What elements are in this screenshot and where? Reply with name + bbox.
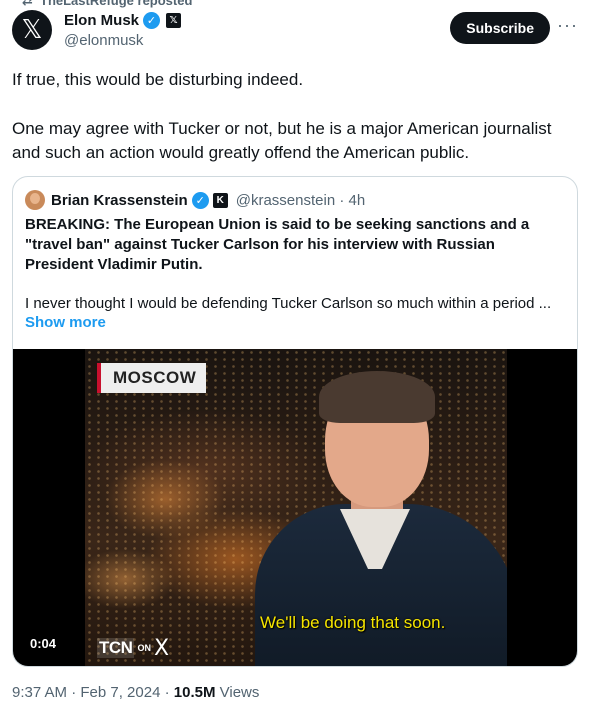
quote-avatar[interactable] [25, 190, 45, 210]
quoted-tweet[interactable]: Brian Krassenstein ✓ K @krassenstein · 4… [12, 176, 578, 667]
tweet-paragraph: One may agree with Tucker or not, but he… [12, 119, 552, 162]
tcn-logo: TCN ON X [97, 635, 170, 661]
tweet-meta: 9:37 AM · Feb 7, 2024 · 10.5M Views [12, 684, 259, 701]
quote-handle-time: @krassenstein · 4h [235, 191, 366, 209]
views-count[interactable]: 10.5M [174, 684, 216, 701]
author-names: Elon Musk ✓ 𝕏 @elonmusk [64, 10, 182, 49]
tweet-text: If true, this would be disturbing indeed… [12, 68, 576, 190]
author-handle[interactable]: @elonmusk [64, 32, 181, 49]
quote-display-name: Brian Krassenstein [51, 191, 188, 209]
tweet-paragraph: If true, this would be disturbing indeed… [12, 70, 304, 89]
affiliation-badge-icon[interactable]: 𝕏 [166, 12, 182, 28]
repost-label: TheLastRefuge reposted [40, 0, 193, 8]
video-player[interactable]: MOSCOW We'll be doing that soon. TCN ON … [13, 349, 577, 666]
verified-badge-icon[interactable]: ✓ [143, 11, 161, 29]
x-logo-icon: 𝕏 [21, 15, 43, 45]
show-more-link[interactable]: Show more [25, 314, 106, 331]
tweet-header: 𝕏 Elon Musk ✓ 𝕏 @elonmusk Subscribe ··· [12, 10, 578, 52]
video-subtitle: We'll be doing that soon. [260, 613, 446, 632]
affiliation-badge-icon: K [212, 192, 228, 208]
name-row: Elon Musk ✓ 𝕏 [64, 10, 182, 30]
quote-body: I never thought I would be defending Tuc… [25, 295, 552, 312]
x-logo-icon: X [153, 635, 170, 661]
quote-headline: BREAKING: The European Union is said to … [25, 216, 530, 273]
video-duration: 0:04 [21, 632, 66, 654]
timestamp[interactable]: 9:37 AM · Feb 7, 2024 · [12, 684, 174, 701]
verified-badge-icon: ✓ [191, 191, 209, 209]
more-options-icon[interactable]: ··· [557, 16, 578, 34]
repost-indicator[interactable]: ⇄ TheLastRefuge reposted [22, 0, 193, 8]
quote-header: Brian Krassenstein ✓ K @krassenstein · 4… [25, 190, 365, 210]
location-tag: MOSCOW [97, 363, 207, 393]
repost-icon: ⇄ [22, 0, 33, 8]
avatar[interactable]: 𝕏 [12, 10, 52, 50]
video-frame: MOSCOW We'll be doing that soon. [85, 349, 507, 666]
author-display-name[interactable]: Elon Musk [64, 12, 139, 29]
subscribe-button[interactable]: Subscribe [450, 12, 550, 44]
views-label: Views [215, 684, 260, 701]
